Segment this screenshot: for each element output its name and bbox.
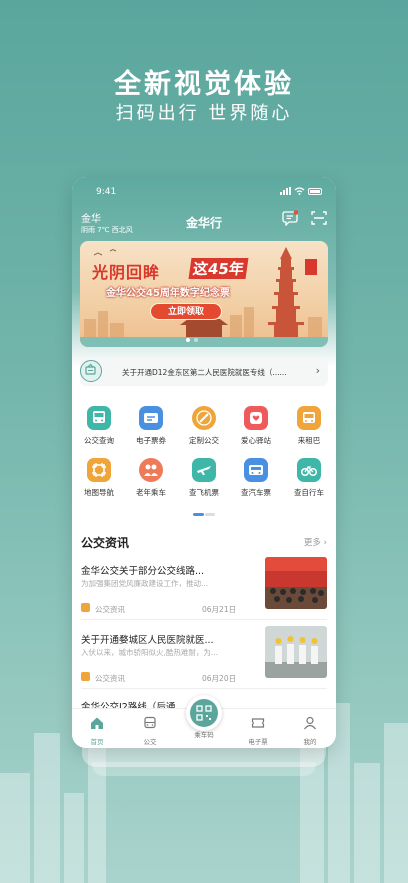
tab-bus[interactable]: 公交 [130, 715, 170, 746]
news-more-link[interactable]: 更多 › [304, 536, 327, 548]
news-title: 金华公交关于部分公交线路... [81, 566, 205, 577]
e-ticket-icon [251, 718, 265, 728]
divider [81, 619, 327, 620]
chevron-right-icon: › [315, 364, 320, 377]
promo-title: 全新视觉体验 [114, 69, 294, 100]
news-summary: 为加强集团党风廉政建设工作，推动... [81, 579, 209, 588]
service-bike[interactable]: 查自行车 [283, 458, 335, 498]
bus-tab-icon [144, 716, 156, 729]
phone-screen: 9:41 金华 阴雨 7℃ 西北风 金华行 光阴回眸 这45年 金华公交45周年… [72, 177, 336, 748]
service-label: 爱心驿站 [241, 436, 271, 445]
service-label: 查飞机票 [189, 488, 219, 497]
bus-icon [87, 406, 111, 430]
service-label: 查汽车票 [241, 488, 271, 497]
notice-icon [80, 360, 102, 382]
heart-station-icon [244, 406, 268, 430]
banner-subline: 金华公交45周年数字纪念票 [106, 288, 230, 299]
elderly-icon [139, 458, 163, 482]
news-source-icon [81, 603, 90, 612]
tab-e-ticket[interactable]: 电子票 [238, 715, 278, 746]
wifi-icon [294, 187, 305, 195]
more-label: 更多 [303, 538, 321, 548]
news-date: 06月21日 [202, 605, 237, 614]
banner-headline: 光阴回眸 [92, 263, 161, 282]
rent-bus-icon [297, 406, 321, 430]
service-label: 地图导航 [84, 488, 114, 497]
grid-pager [193, 513, 215, 516]
service-label: 老年乘车 [136, 488, 166, 497]
service-label: 查自行车 [294, 488, 324, 497]
card-shadow [92, 762, 316, 776]
profile-icon [304, 716, 316, 730]
promo-subtitle: 扫码出行 世界随心 [115, 103, 293, 124]
service-label: 公交查询 [84, 436, 114, 445]
scan-icon[interactable] [311, 210, 327, 226]
tab-label: 电子票 [248, 738, 268, 746]
service-label: 电子票券 [136, 436, 166, 445]
service-label: 来租巴 [297, 436, 321, 445]
news-title: 关于开通婺城区人民医院就医... [81, 635, 214, 646]
ride-code-button[interactable] [186, 695, 222, 731]
service-coach-ticket[interactable]: 查汽车票 [230, 458, 282, 498]
gate-icon [180, 319, 228, 337]
status-bar: 9:41 [72, 185, 336, 199]
service-custom-bus[interactable]: 定制公交 [178, 406, 230, 446]
service-plane-ticket[interactable]: 查飞机票 [178, 458, 230, 498]
news-date: 06月20日 [202, 674, 237, 683]
promo-banner[interactable]: 光阴回眸 这45年 金华公交45周年数字纪念票 立即领取 [80, 241, 328, 347]
tab-label: 首页 [90, 738, 104, 746]
carousel-dot[interactable] [194, 338, 198, 342]
notice-bar[interactable]: 关于开通D12金东区第二人民医院就医专线（...... › [80, 358, 328, 386]
banner-headline-highlight: 这45年 [188, 258, 249, 279]
news-summary: 入伏以来，城市骄阳似火,酷热难耐，为... [81, 648, 219, 657]
ticket-icon [139, 406, 163, 430]
news-source: 公交资讯 [95, 605, 125, 614]
map-icon [87, 458, 111, 482]
message-icon[interactable] [282, 210, 298, 226]
pagoda-icon [268, 247, 304, 337]
news-thumbnail [265, 557, 327, 609]
service-bus-query[interactable]: 公交查询 [73, 406, 125, 446]
service-elderly[interactable]: 老年乘车 [125, 458, 177, 498]
tab-label: 我的 [303, 738, 317, 746]
coach-icon [244, 458, 268, 482]
news-section-title: 公交资讯 [81, 536, 130, 550]
service-label: 定制公交 [189, 436, 219, 445]
qr-code-icon [196, 705, 212, 721]
news-source: 公交资讯 [95, 674, 125, 683]
chevron-right-icon: › [323, 538, 327, 548]
service-rent-bus[interactable]: 来租巴 [283, 406, 335, 446]
news-source-icon [81, 672, 90, 681]
service-e-ticket[interactable]: 电子票券 [125, 406, 177, 446]
home-icon [91, 717, 103, 729]
custom-bus-icon [192, 406, 216, 430]
tab-profile[interactable]: 我的 [290, 715, 330, 746]
bottom-tab-bar: 首页 公交 乘车码 电子票 我的 [72, 695, 336, 748]
bike-icon [297, 458, 321, 482]
plane-icon [192, 458, 216, 482]
signal-icon [280, 187, 291, 195]
divider [81, 688, 327, 689]
service-map-nav[interactable]: 地图导航 [73, 458, 125, 498]
news-thumbnail [265, 626, 327, 678]
carousel-dot[interactable] [186, 338, 190, 342]
claim-button[interactable]: 立即领取 [150, 303, 222, 320]
battery-icon [308, 187, 322, 195]
service-heart-station[interactable]: 爱心驿站 [230, 406, 282, 446]
tab-home[interactable]: 首页 [77, 715, 117, 746]
status-time: 9:41 [96, 187, 117, 197]
notice-text: 关于开通D12金东区第二人民医院就医专线（...... [122, 368, 287, 377]
tab-label: 公交 [143, 738, 157, 746]
